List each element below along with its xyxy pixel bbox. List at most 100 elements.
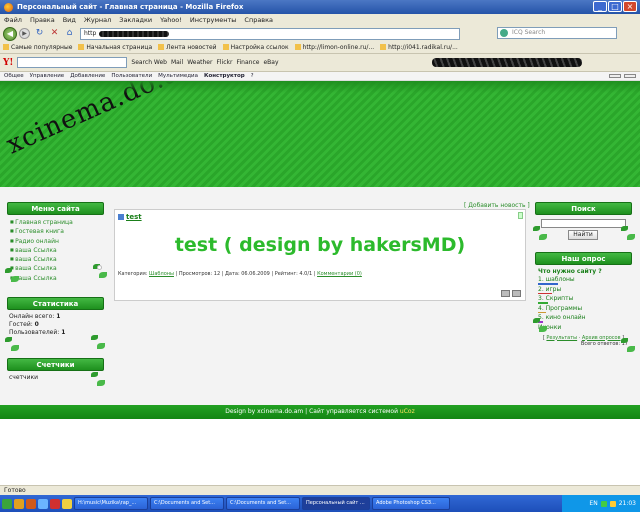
news-post: test test ( design by hakersMD) Категори… — [114, 209, 526, 301]
stat-value: 1 — [56, 313, 61, 320]
admin-item-help[interactable]: ? — [251, 73, 254, 79]
menu-history[interactable]: Журнал — [84, 16, 111, 24]
post-admin-icons — [501, 290, 521, 297]
home-icon[interactable]: ⌂ — [64, 28, 75, 39]
url-text: http — [84, 30, 97, 37]
admin-item-add[interactable]: Добавление — [70, 73, 105, 79]
taskbar-task-active[interactable]: Персональный сайт ... — [302, 497, 370, 510]
back-button[interactable]: ◀ — [3, 26, 17, 41]
menu-edit[interactable]: Правка — [30, 16, 55, 24]
address-bar[interactable]: http — [80, 27, 460, 40]
poll-archive-link[interactable]: Архив опросов — [582, 335, 621, 341]
close-button[interactable]: × — [623, 1, 637, 12]
admin-control[interactable] — [624, 74, 636, 78]
menu-item-home[interactable]: Главная страница — [10, 218, 104, 227]
menu-item-link[interactable]: ваша Ссылка — [10, 246, 104, 255]
menu-view[interactable]: Вид — [63, 16, 76, 24]
quicklaunch-icon[interactable] — [26, 498, 36, 509]
flower-ornament — [97, 265, 102, 270]
yahoo-weather[interactable]: Weather — [187, 59, 212, 66]
reload-icon[interactable]: ↻ — [34, 28, 45, 39]
language-indicator[interactable]: EN — [589, 500, 597, 507]
bookmark-item[interactable]: Самые популярные — [3, 44, 72, 51]
admin-item-general[interactable]: Общее — [4, 73, 24, 79]
search-engine-icon[interactable] — [500, 29, 508, 37]
start-button[interactable] — [2, 498, 12, 509]
edit-icon[interactable] — [501, 290, 510, 297]
windows-taskbar: H:\music\Muzika\rap_... C:\Documents and… — [0, 495, 640, 512]
bookmark-item[interactable]: Лента новостей — [158, 44, 216, 51]
poll-results-link[interactable]: Результаты — [546, 335, 577, 341]
stat-value: 0 — [34, 321, 39, 328]
menu-file[interactable]: Файл — [4, 16, 22, 24]
menu-block: Меню сайта Главная страница Гостевая кни… — [5, 202, 107, 287]
site-logo[interactable]: xcinema.do.am — [2, 81, 207, 160]
search-input[interactable]: ICQ Search — [497, 27, 617, 39]
quicklaunch-icon[interactable] — [62, 498, 72, 509]
yahoo-mail[interactable]: Mail — [171, 59, 183, 66]
taskbar-task[interactable]: H:\music\Muzika\rap_... — [74, 497, 148, 510]
search-placeholder: ICQ Search — [512, 29, 546, 36]
admin-control[interactable] — [609, 74, 621, 78]
menu-yahoo[interactable]: Yahoo! — [160, 16, 182, 24]
tray-icon[interactable] — [609, 500, 616, 507]
post-title-link[interactable]: test — [118, 213, 142, 221]
search-button[interactable]: Найти — [568, 230, 598, 240]
yahoo-logo[interactable]: Y! — [3, 58, 13, 68]
yahoo-search-input[interactable] — [17, 57, 128, 68]
yahoo-finance[interactable]: Finance — [236, 59, 259, 66]
delete-icon[interactable] — [512, 290, 521, 297]
quicklaunch-icon[interactable] — [50, 498, 60, 509]
poll-option: 2. игры — [538, 285, 562, 293]
menu-item-radio[interactable]: Радио онлайн — [10, 237, 104, 246]
menu-bookmarks[interactable]: Закладки — [119, 16, 152, 24]
bookmark-item[interactable]: http://i041.radikal.ru/... — [380, 44, 458, 51]
scroll-up-icon[interactable] — [518, 212, 523, 219]
menu-item-guestbook[interactable]: Гостевая книга — [10, 227, 104, 236]
maximize-button[interactable]: □ — [608, 1, 622, 12]
post-category-link[interactable]: Шаблоны — [149, 271, 174, 277]
quicklaunch-icon[interactable] — [38, 498, 48, 509]
menu-item-link[interactable]: ваша Ссылка — [10, 274, 104, 283]
window-title: Персональный сайт - Главная страница - M… — [17, 3, 244, 11]
forward-button[interactable]: ▶ — [19, 28, 30, 39]
bookmarks-bar: Самые популярные Начальная страница Лент… — [0, 42, 640, 54]
poll-block: Наш опрос Что нужно сайту ? 1. шаблоны 2… — [533, 252, 635, 352]
poll-links: [ Результаты · Архив опросов ] — [542, 334, 625, 341]
site-search-input[interactable] — [541, 219, 626, 228]
admin-item-manage[interactable]: Управление — [30, 73, 65, 79]
stop-icon[interactable]: ✕ — [49, 28, 60, 39]
admin-item-constructor[interactable]: Конструктор — [204, 73, 245, 79]
admin-item-multimedia[interactable]: Мультимедиа — [158, 73, 198, 79]
yahoo-ebay[interactable]: eBay — [263, 59, 278, 66]
menu-item-link[interactable]: ваша Ссылка — [10, 264, 104, 273]
menu-help[interactable]: Справка — [244, 16, 273, 24]
menu-tools[interactable]: Инструменты — [190, 16, 237, 24]
yahoo-search-web[interactable]: Search Web — [131, 59, 167, 66]
post-body: test ( design by hakersMD) — [174, 234, 466, 256]
window-controls: _ □ × — [593, 1, 637, 12]
taskbar-task[interactable]: C:\Documents and Set... — [150, 497, 224, 510]
minimize-button[interactable]: _ — [593, 1, 607, 12]
yahoo-flickr[interactable]: Flickr — [216, 59, 232, 66]
bookmark-item[interactable]: Начальная страница — [78, 44, 152, 51]
admin-item-users[interactable]: Пользователи — [111, 73, 152, 79]
menu-item-link[interactable]: ваша Ссылка — [10, 255, 104, 264]
tray-icon[interactable] — [600, 500, 607, 507]
vine-ornament — [89, 368, 107, 390]
search-block: Поиск Найти — [533, 202, 635, 246]
counters-block: Счетчики счетчики — [7, 358, 107, 390]
bookmark-item[interactable]: http://limon-online.ru/... — [295, 44, 375, 51]
add-news-link[interactable]: [ Добавить новость ] — [464, 202, 530, 209]
taskbar-task[interactable]: Adobe Photoshop CS3... — [372, 497, 450, 510]
bookmark-item[interactable]: Настройка ссылок — [223, 44, 289, 51]
post-comments-link[interactable]: Комментарии (0) — [317, 271, 362, 277]
quicklaunch-icon[interactable] — [14, 498, 24, 509]
vine-ornament — [3, 264, 21, 286]
footer-cms-link[interactable]: uCoz — [400, 408, 415, 415]
stat-value: 1 — [61, 329, 66, 336]
taskbar-task[interactable]: C:\Documents and Set... — [226, 497, 300, 510]
menu-block-title: Меню сайта — [7, 202, 104, 215]
poll-total: Всего ответов: 17 — [580, 340, 628, 347]
poll-block-title: Наш опрос — [535, 252, 632, 265]
